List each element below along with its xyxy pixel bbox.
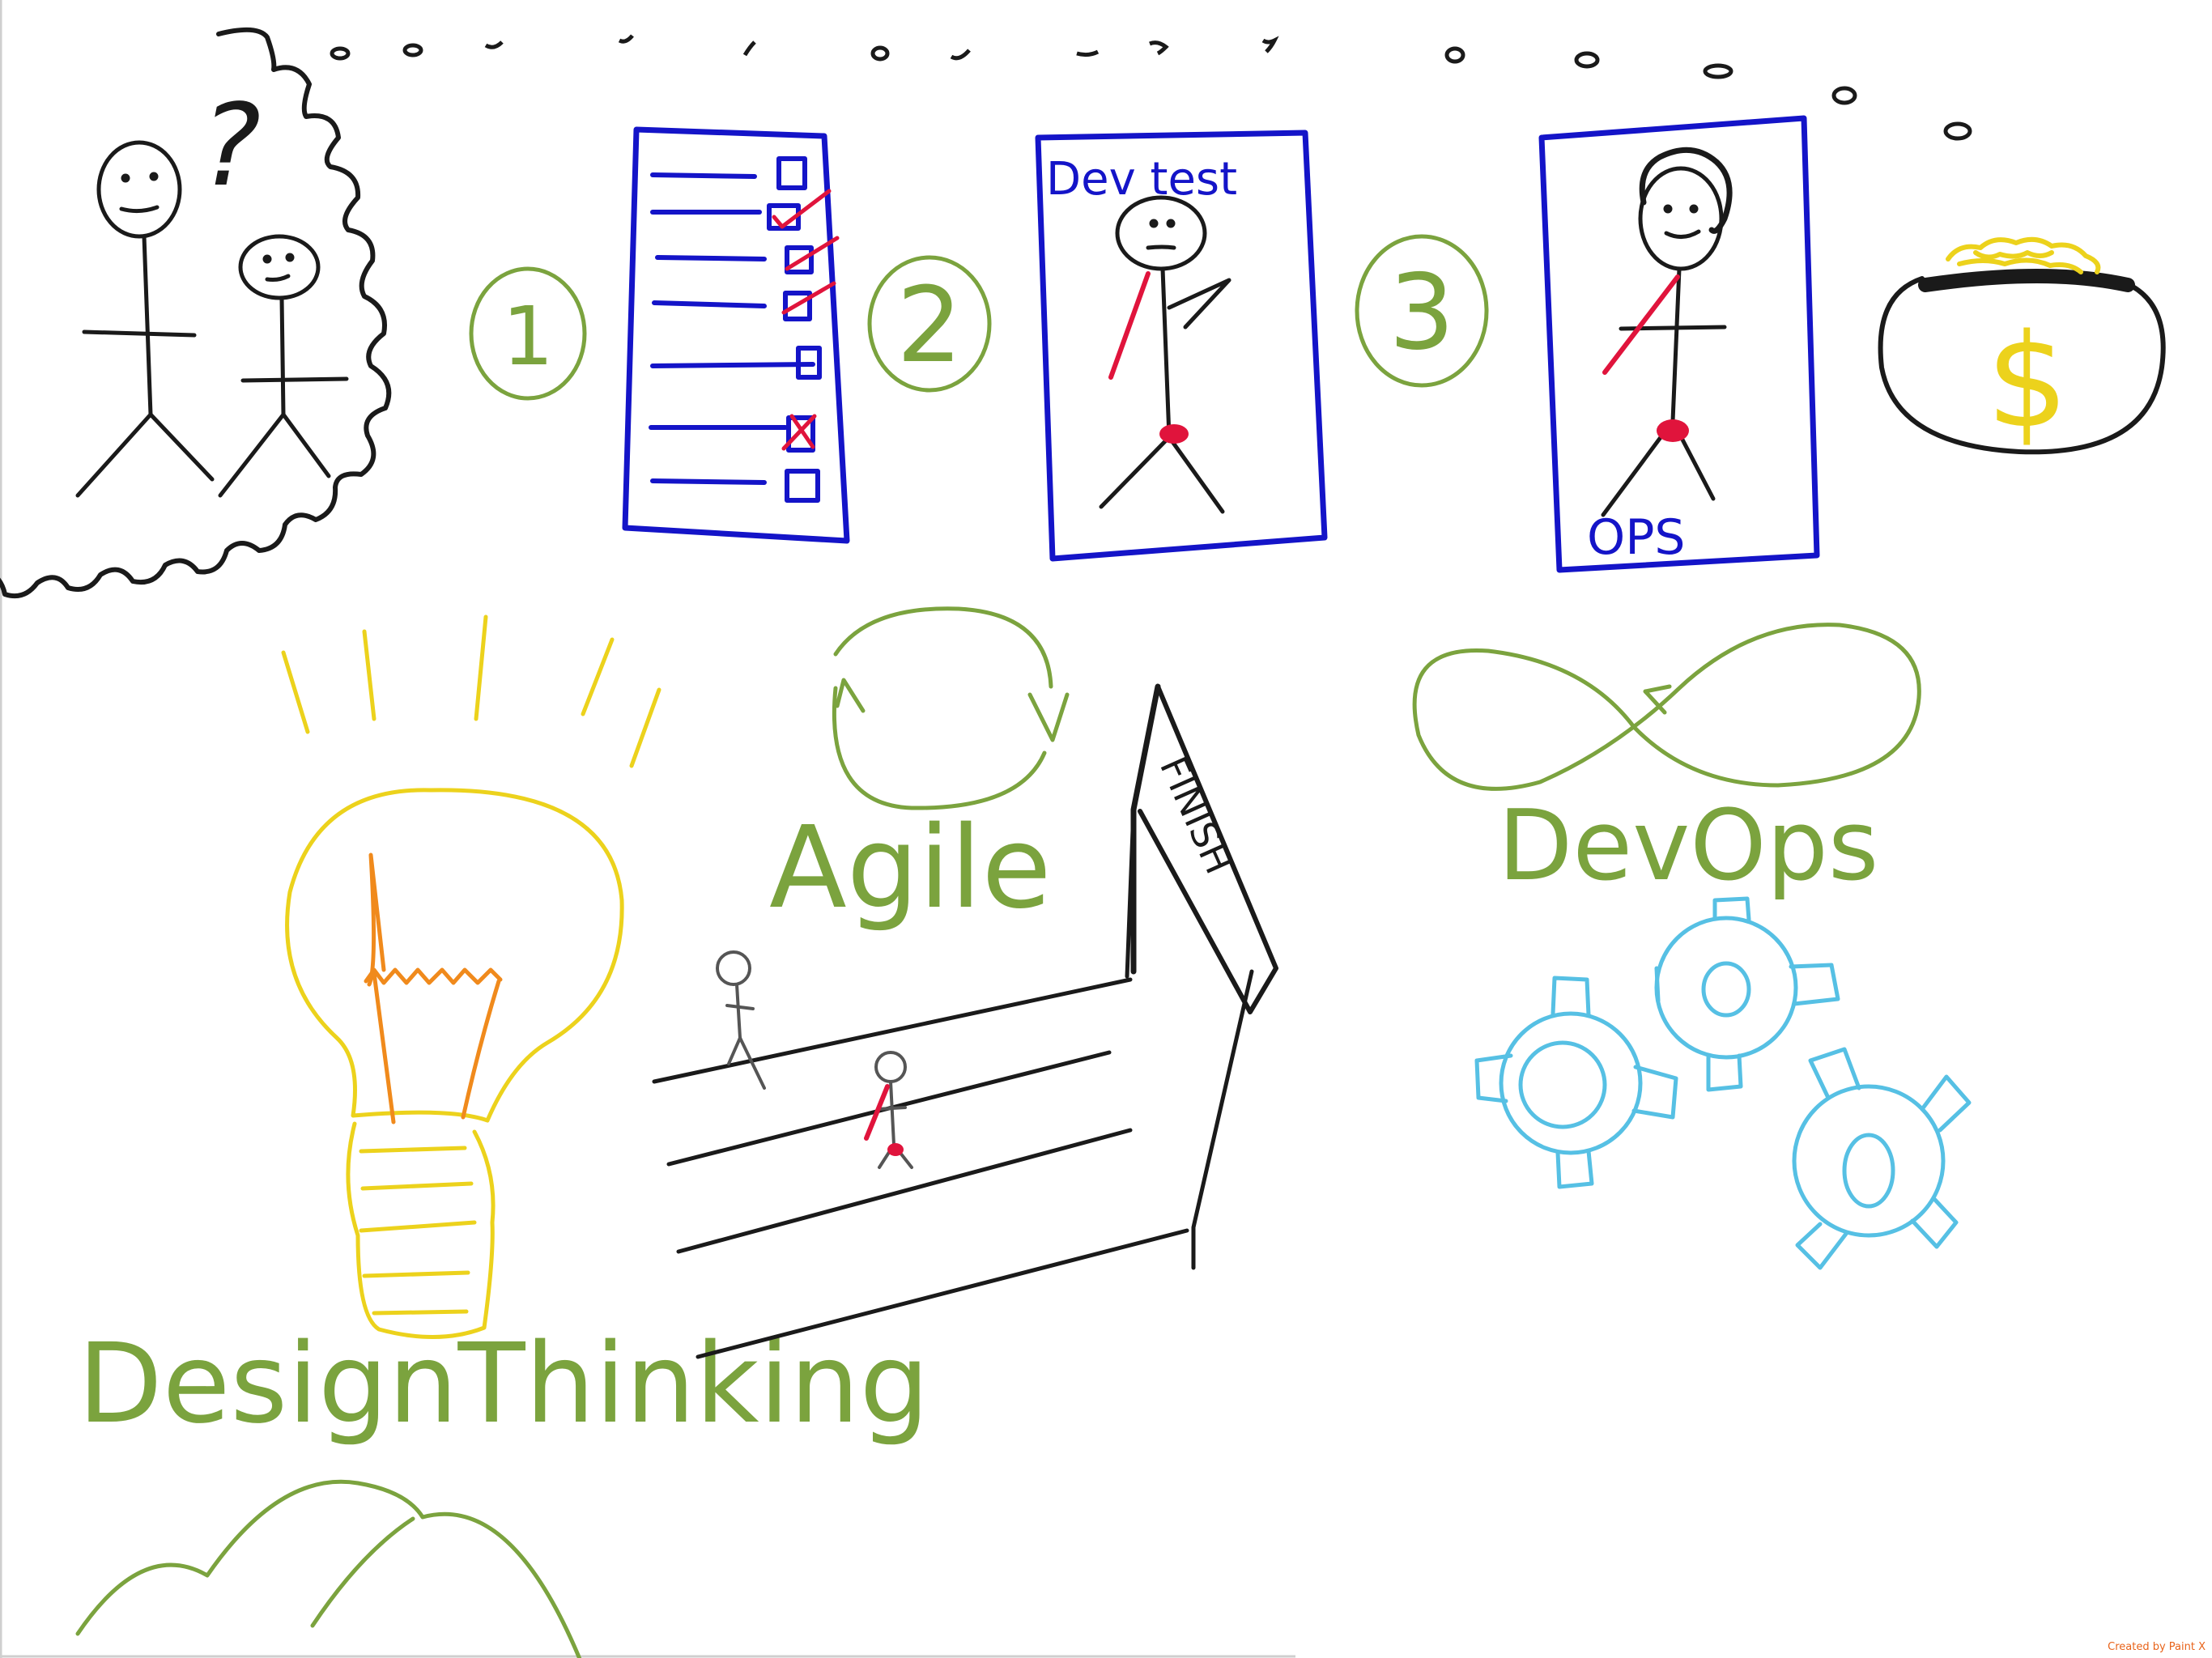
watermark: Created by Paint X [2108,1641,2206,1653]
svg-text:3: 3 [1389,253,1454,373]
infinity-loop-icon [1412,623,1921,791]
devops-label: DevOps [1498,790,1878,903]
gear-icon [1792,1047,1972,1270]
dev-test-label: Dev test [1046,153,1237,206]
svg-text:2: 2 [896,266,962,386]
gears-group [1474,896,1972,1270]
mountains-icon [75,1479,582,1658]
svg-text:$: $ [1986,305,2069,457]
stick-person-short [218,234,349,498]
step-2-circle: 2 [867,255,992,393]
gear-icon [1474,976,1678,1189]
thought-cloud [0,27,392,599]
ops-panel: OPS [1538,115,1820,573]
runner-trailing [864,1051,913,1169]
dev-test-panel: Dev test [1035,130,1328,562]
design-thinking-label: DesignThinking [78,1320,929,1448]
cycle-arrows-icon [832,606,1070,810]
money-pot-icon: $ [1878,236,2166,457]
checklist-icon [622,126,850,544]
svg-text:?: ? [201,80,261,212]
stick-person-tall [75,140,215,498]
finish-flag-icon: FINISH [1130,683,1278,1014]
whiteboard-sketch: ? 1 2 Dev test 3 OPS $ DesignThinking Ag… [0,0,2206,1658]
light-bulb-icon [281,614,661,1339]
question-mark-icon: ? [201,80,261,212]
step-3-circle: 3 [1355,234,1489,388]
svg-text:1: 1 [502,289,554,384]
agile-label: Agile [769,802,1052,934]
step-1-circle: 1 [469,266,587,401]
ops-label: OPS [1587,509,1686,566]
